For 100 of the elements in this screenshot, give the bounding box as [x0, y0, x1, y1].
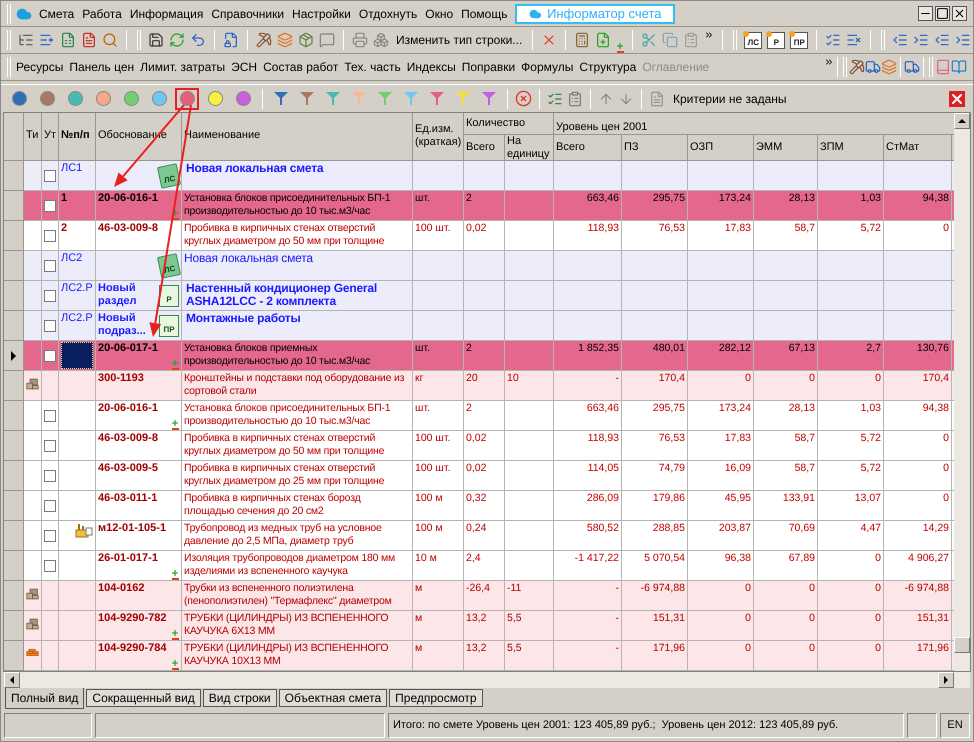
checkbox[interactable] [44, 500, 56, 512]
boxes-icon[interactable] [373, 32, 389, 48]
checkbox[interactable] [44, 560, 56, 572]
checkbox[interactable] [44, 530, 56, 542]
column-header[interactable]: СтМат [884, 135, 952, 161]
checkbox[interactable] [44, 470, 56, 482]
truck-icon[interactable] [865, 59, 881, 75]
checkbox[interactable] [44, 320, 56, 332]
truck-icon[interactable] [904, 59, 920, 75]
comment-icon[interactable] [319, 32, 335, 48]
checkbox[interactable] [44, 440, 56, 452]
column-header[interactable]: Всего [554, 135, 622, 161]
column-header[interactable]: ЗПМ [818, 135, 884, 161]
view-tab[interactable]: Сокращенный вид [86, 689, 201, 707]
column-header[interactable]: Всего [464, 135, 505, 161]
crate-icon[interactable] [298, 32, 314, 48]
row-header-cell[interactable] [4, 341, 24, 371]
structure-icon[interactable]: Р [767, 32, 786, 48]
column-header[interactable]: ЭММ [754, 135, 818, 161]
panel-link[interactable]: Поправки [458, 58, 518, 76]
checkbox[interactable] [44, 290, 56, 302]
view-tab[interactable]: Полный вид [5, 688, 84, 709]
row-header-cell[interactable] [4, 641, 24, 671]
clear-filter-icon[interactable] [515, 90, 532, 107]
row-header-cell[interactable] [4, 281, 24, 311]
menu-item[interactable]: Помощь [457, 4, 512, 22]
row-header-cell[interactable] [4, 611, 24, 641]
save-icon[interactable] [148, 32, 164, 48]
funnel-icon[interactable] [300, 92, 314, 105]
book-icon[interactable] [951, 59, 967, 75]
funnel-icon[interactable] [274, 92, 288, 105]
panel-link[interactable]: Ресурсы [13, 58, 66, 76]
column-header[interactable]: №п/п [59, 113, 96, 161]
structure-icon[interactable]: ЛС [744, 32, 762, 48]
document-add-icon[interactable] [595, 32, 612, 48]
view-tab[interactable]: Предпросмотр [389, 689, 483, 707]
panel-link[interactable]: ЭСН [228, 58, 260, 76]
close-icon[interactable] [952, 6, 967, 21]
indent-icon[interactable] [934, 32, 950, 48]
menu-item[interactable]: Окно [421, 4, 458, 22]
column-header[interactable]: Ти [24, 113, 42, 161]
vertical-scrollbar[interactable] [954, 113, 970, 671]
menu-item[interactable]: Смета [35, 4, 78, 22]
row-header-cell[interactable] [4, 491, 24, 521]
change-row-type-button[interactable]: Изменить тип строки... [394, 31, 524, 49]
column-header[interactable]: Количество [464, 113, 554, 135]
outdent-icon[interactable] [955, 32, 972, 48]
printer-icon[interactable] [352, 32, 368, 48]
indent-icon[interactable] [892, 32, 908, 48]
panel-link[interactable]: Формулы [518, 58, 576, 76]
refresh-icon[interactable] [169, 32, 185, 48]
list-icon[interactable] [567, 90, 583, 106]
tree-list-icon[interactable] [18, 32, 34, 48]
restore-icon[interactable] [935, 6, 950, 21]
funnel-icon[interactable] [326, 92, 340, 105]
panel-link[interactable]: Тех. часть [341, 58, 404, 76]
cut-icon[interactable] [641, 32, 658, 48]
menu-item[interactable]: Справочники [207, 4, 288, 22]
spreadsheet-icon[interactable] [60, 32, 76, 48]
row-header-cell[interactable] [4, 191, 24, 221]
pickaxe-icon[interactable] [256, 32, 272, 48]
row-header-cell[interactable] [4, 221, 24, 251]
funnel-icon[interactable] [430, 92, 444, 105]
row-header-cell[interactable] [4, 371, 24, 401]
row-header-cell[interactable] [4, 161, 24, 191]
calculator-icon[interactable] [574, 32, 590, 48]
paste-icon[interactable] [683, 32, 700, 48]
language-indicator[interactable]: EN [940, 713, 970, 738]
funnel-icon[interactable] [482, 92, 496, 105]
panel-link[interactable]: Индексы [404, 58, 459, 76]
column-header[interactable]: ОЗП [688, 135, 754, 161]
checkbox[interactable] [44, 350, 56, 362]
horizontal-scrollbar[interactable] [4, 672, 970, 688]
column-header[interactable]: ПЗ [622, 135, 688, 161]
column-header[interactable]: Ед.изм. (краткая) [413, 113, 464, 161]
row-header-cell[interactable] [4, 251, 24, 281]
checkbox[interactable] [44, 410, 56, 422]
panel-link[interactable]: Структура [576, 58, 640, 76]
row-header-cell[interactable] [4, 401, 24, 431]
row-header-cell[interactable] [4, 521, 24, 551]
row-header-cell[interactable] [4, 551, 24, 581]
color-filter-button[interactable] [175, 88, 199, 110]
book-icon[interactable] [935, 59, 951, 75]
structure-icon[interactable]: ПР [790, 32, 808, 48]
checkbox[interactable] [44, 170, 56, 182]
menu-item[interactable]: Отдохнуть [354, 4, 422, 22]
column-header[interactable]: На единицу [505, 135, 554, 161]
view-tab[interactable]: Вид строки [202, 689, 277, 707]
outdent-icon[interactable] [913, 32, 930, 48]
checkbox[interactable] [44, 260, 56, 272]
more-icon[interactable] [704, 30, 714, 40]
menu-item[interactable]: Настройки [288, 4, 355, 22]
copy-icon[interactable] [662, 32, 678, 48]
pickaxe-icon[interactable] [849, 59, 865, 75]
panel-link[interactable]: Лимит. затраты [137, 58, 228, 76]
panel-link[interactable]: Состав работ [260, 58, 342, 76]
row-header-cell[interactable] [4, 581, 24, 611]
row-header-cell[interactable] [4, 461, 24, 491]
menu-item[interactable]: Работа [78, 4, 126, 22]
minimize-icon[interactable] [918, 6, 933, 21]
